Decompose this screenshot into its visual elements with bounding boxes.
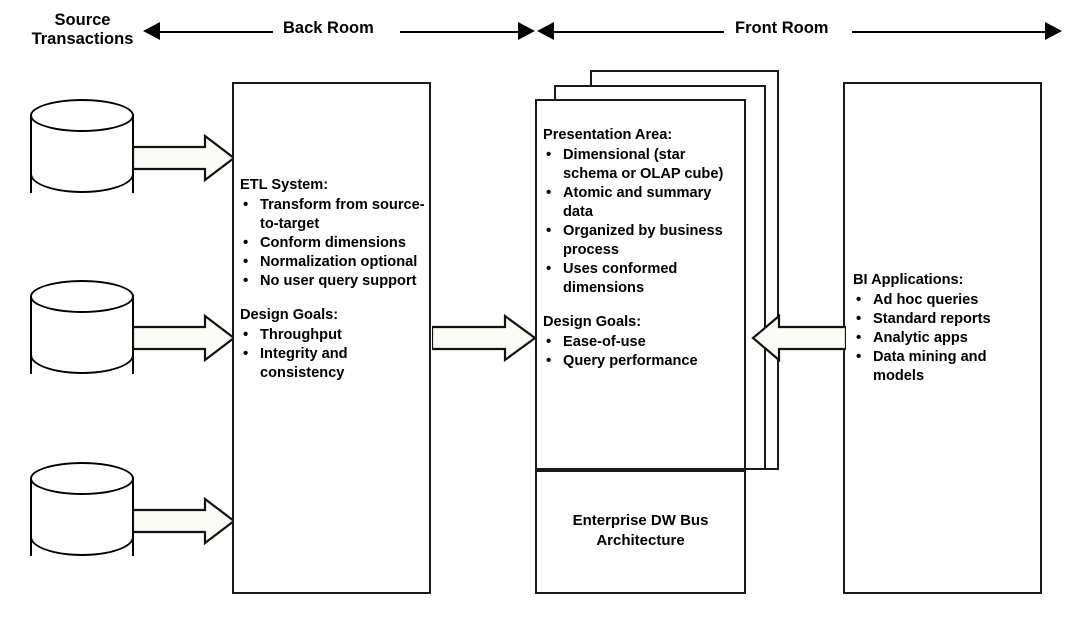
- bi-applications-list: Ad hoc queries Standard reports Analytic…: [853, 290, 1041, 386]
- list-item: Normalization optional: [243, 252, 426, 272]
- list-item: Query performance: [546, 351, 743, 371]
- cylinder-bottom: [30, 336, 134, 374]
- back-room-left-line: [160, 31, 273, 33]
- back-room-right-line: [400, 31, 518, 33]
- presentation-area-text: Presentation Area: Dimensional (star sch…: [543, 126, 743, 371]
- cylinder-top: [30, 462, 134, 495]
- list-item: Atomic and summary data: [546, 183, 743, 222]
- enterprise-dw-bus-line1: Enterprise DW Bus: [572, 512, 709, 529]
- diagram-canvas: Source Transactions Back Room Front Room: [0, 0, 1080, 618]
- presentation-design-goals-title: Design Goals:: [543, 313, 642, 330]
- etl-system-title: ETL System:: [240, 177, 329, 193]
- source-database-2: [30, 280, 136, 390]
- presentation-design-goals-list: Ease-of-use Query performance: [543, 332, 743, 371]
- list-item: Ad hoc queries: [856, 290, 1041, 310]
- list-item: Standard reports: [856, 309, 1041, 329]
- source-transactions-label: Source Transactions: [31, 11, 134, 49]
- bi-applications-title: BI Applications:: [853, 272, 964, 288]
- etl-system-text: ETL System: Transform from source-to-tar…: [240, 176, 426, 383]
- source-database-1: [30, 99, 136, 209]
- etl-design-goals-title: Design Goals:: [240, 306, 339, 323]
- cylinder-top: [30, 280, 134, 313]
- flow-arrow-bi-to-presentation: [751, 314, 846, 362]
- flow-arrow-source1-to-etl: [133, 134, 236, 182]
- list-item: Analytic apps: [856, 328, 1041, 348]
- back-room-right-arrowhead: [518, 22, 535, 40]
- cylinder-bottom: [30, 155, 134, 193]
- list-item: No user query support: [243, 271, 426, 291]
- list-item: Integrity and consistency: [243, 344, 426, 383]
- back-room-left-arrowhead: [143, 22, 160, 40]
- enterprise-dw-bus-label: Enterprise DW Bus Architecture: [535, 511, 746, 551]
- enterprise-dw-bus-line2: Architecture: [596, 532, 685, 550]
- list-item: Conform dimensions: [243, 233, 426, 253]
- source-database-3: [30, 462, 136, 572]
- flow-arrow-source3-to-etl: [133, 497, 236, 545]
- etl-design-goals-list: Throughput Integrity and consistency: [240, 325, 426, 383]
- back-room-label: Back Room: [283, 19, 374, 37]
- list-item: Throughput: [243, 325, 426, 345]
- front-room-left-line: [554, 31, 724, 33]
- list-item: Data mining and models: [856, 347, 1041, 386]
- list-item: Transform from source-to-target: [243, 195, 426, 234]
- list-item: Organized by business process: [546, 221, 743, 260]
- list-item: Ease-of-use: [546, 332, 743, 352]
- bi-applications-text: BI Applications: Ad hoc queries Standard…: [853, 271, 1041, 386]
- cylinder-bottom: [30, 518, 134, 556]
- list-item: Dimensional (star schema or OLAP cube): [546, 145, 743, 184]
- front-room-right-line: [852, 31, 1045, 33]
- cylinder-top: [30, 99, 134, 132]
- flow-arrow-source2-to-etl: [133, 314, 236, 362]
- list-item: Uses conformed dimensions: [546, 259, 743, 298]
- flow-arrow-etl-to-presentation: [432, 314, 537, 362]
- front-room-left-arrowhead: [537, 22, 554, 40]
- presentation-area-list: Dimensional (star schema or OLAP cube) A…: [543, 145, 743, 298]
- front-room-label: Front Room: [735, 19, 829, 37]
- front-room-right-arrowhead: [1045, 22, 1062, 40]
- presentation-area-title: Presentation Area:: [543, 127, 673, 143]
- etl-system-list: Transform from source-to-target Conform …: [240, 195, 426, 291]
